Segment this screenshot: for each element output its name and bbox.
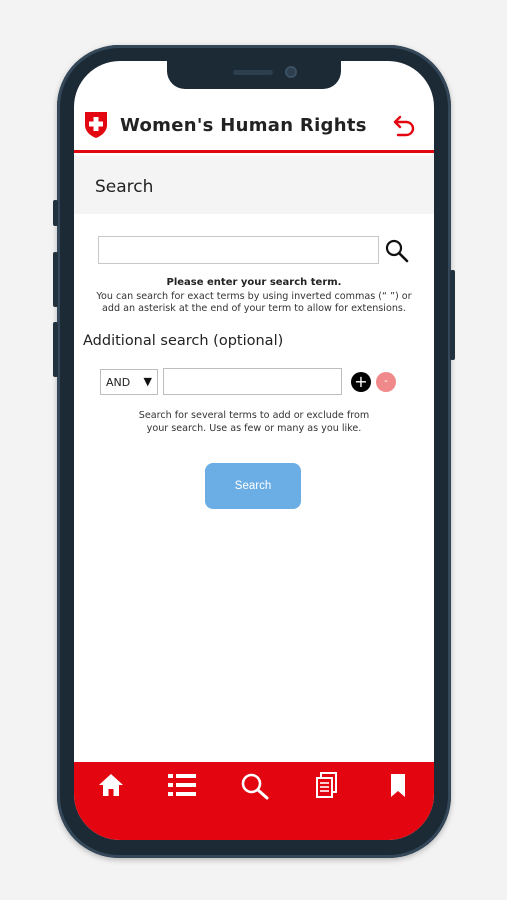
search-hint-title: Please enter your search term. bbox=[166, 277, 342, 288]
additional-term-input[interactable] bbox=[163, 368, 342, 395]
front-camera bbox=[285, 66, 297, 78]
nav-list[interactable] bbox=[165, 772, 199, 802]
bottom-nav bbox=[74, 762, 434, 840]
additional-search-title: Additional search (optional) bbox=[83, 333, 284, 349]
search-submit-button[interactable]: Search bbox=[205, 463, 301, 509]
phone-side-button-volume-down bbox=[53, 322, 58, 377]
operator-select[interactable]: AND ▼ bbox=[100, 369, 158, 395]
speaker bbox=[233, 70, 273, 75]
section-header: Search bbox=[74, 156, 434, 214]
app-title: Women's Human Rights bbox=[120, 115, 367, 136]
search-hint-body: You can search for exact terms by using … bbox=[96, 291, 412, 314]
swiss-cross-shield-icon bbox=[85, 112, 107, 138]
list-icon bbox=[168, 774, 196, 796]
nav-bookmarks[interactable] bbox=[381, 772, 415, 802]
nav-documents[interactable] bbox=[310, 772, 344, 802]
phone-screen: Women's Human Rights Search Please enter… bbox=[74, 61, 434, 840]
search-input[interactable] bbox=[98, 236, 379, 264]
phone-side-button-power bbox=[450, 270, 455, 360]
phone-side-button-mute bbox=[53, 200, 58, 226]
operator-value: AND bbox=[106, 376, 131, 389]
app-header: Women's Human Rights bbox=[74, 105, 434, 153]
back-arrow-icon[interactable] bbox=[392, 113, 416, 139]
search-icon bbox=[241, 773, 269, 800]
bookmark-icon bbox=[391, 774, 405, 797]
notch bbox=[167, 61, 341, 89]
phone-side-button-volume-up bbox=[53, 252, 58, 307]
documents-icon bbox=[316, 772, 337, 798]
add-term-button[interactable]: + bbox=[351, 372, 371, 392]
magnifier-icon[interactable] bbox=[384, 238, 410, 264]
section-title: Search bbox=[95, 177, 154, 197]
nav-home[interactable] bbox=[94, 772, 128, 802]
nav-search[interactable] bbox=[238, 772, 272, 802]
dropdown-arrow-icon: ▼ bbox=[143, 375, 152, 388]
additional-search-hint: Search for several terms to add or exclu… bbox=[138, 410, 370, 434]
home-icon bbox=[99, 774, 123, 796]
remove-term-button[interactable]: - bbox=[376, 372, 396, 392]
